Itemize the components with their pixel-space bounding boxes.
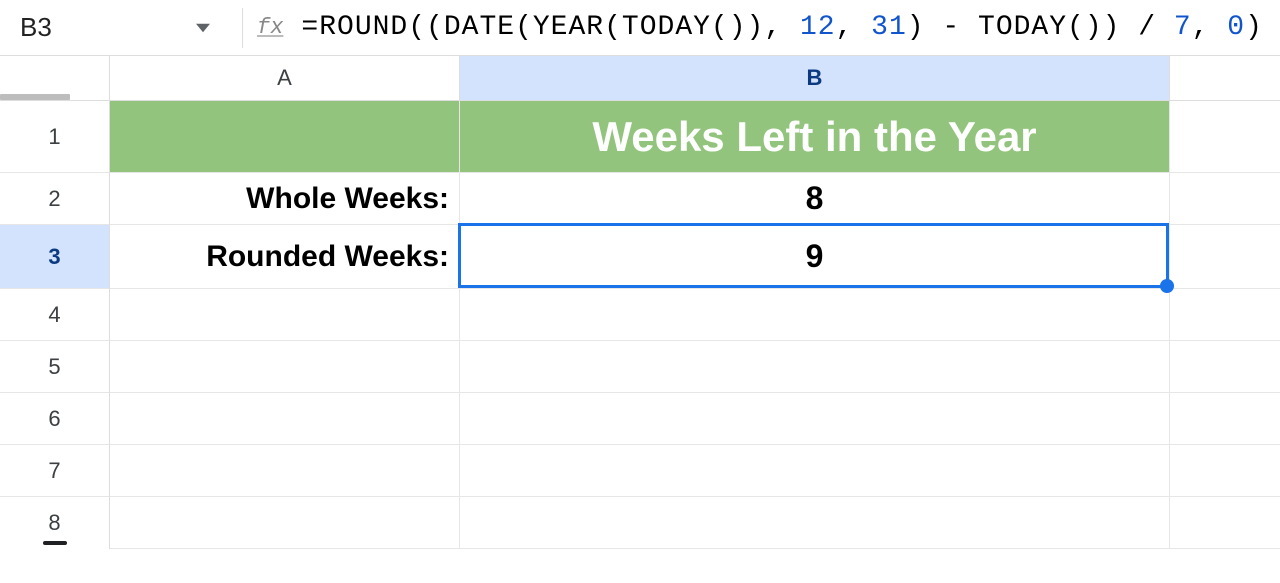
formula-token: TODAY <box>622 12 711 43</box>
row-header-7[interactable]: 7 <box>0 445 110 497</box>
formula-token: 31 <box>871 12 907 43</box>
cell-A4[interactable] <box>110 289 460 341</box>
row-header-2[interactable]: 2 <box>0 173 110 225</box>
row-header-6-label: 6 <box>48 406 60 432</box>
cell-B6[interactable] <box>460 393 1170 445</box>
row-header-8-label: 8 <box>48 510 60 536</box>
title-text: Weeks Left in the Year <box>592 113 1036 161</box>
cell-rest-6 <box>1170 393 1280 445</box>
cell-A8[interactable] <box>110 497 460 549</box>
formula-token: ()) <box>711 12 764 43</box>
row-2: 2 Whole Weeks: 8 <box>0 173 1280 225</box>
cell-B1[interactable]: Weeks Left in the Year <box>460 101 1170 173</box>
column-header-blank <box>1170 56 1280 101</box>
formula-token: = <box>301 12 319 43</box>
cell-B3[interactable]: 9 <box>460 225 1170 289</box>
value-rounded-weeks: 9 <box>806 238 824 275</box>
row-header-3-label: 3 <box>48 244 60 270</box>
label-whole-weeks: Whole Weeks: <box>246 182 449 216</box>
cell-A5[interactable] <box>110 341 460 393</box>
formula-token: - <box>925 12 978 43</box>
cell-A1[interactable] <box>110 101 460 173</box>
cell-A3[interactable]: Rounded Weeks: <box>110 225 460 289</box>
cell-B4[interactable] <box>460 289 1170 341</box>
row-3: 3 Rounded Weeks: 9 <box>0 225 1280 289</box>
column-header-A[interactable]: A <box>110 56 460 101</box>
column-header-B-label: B <box>807 65 823 91</box>
select-all-corner[interactable] <box>0 56 110 101</box>
formula-token: , <box>1192 12 1228 43</box>
vertical-divider <box>242 8 243 48</box>
name-box[interactable]: B3 <box>8 8 178 48</box>
formula-token: TODAY <box>978 12 1067 43</box>
row-header-4[interactable]: 4 <box>0 289 110 341</box>
cell-rest-8 <box>1170 497 1280 549</box>
cell-A7[interactable] <box>110 445 460 497</box>
formula-token: 12 <box>800 12 836 43</box>
cell-B2[interactable]: 8 <box>460 173 1170 225</box>
cell-rest-4 <box>1170 289 1280 341</box>
formula-token: / <box>1120 12 1173 43</box>
cell-B7[interactable] <box>460 445 1170 497</box>
formula-token: , <box>764 12 800 43</box>
formula-token: ( <box>604 12 622 43</box>
row-header-5[interactable]: 5 <box>0 341 110 393</box>
cell-rest-7 <box>1170 445 1280 497</box>
cell-A6[interactable] <box>110 393 460 445</box>
row-header-1[interactable]: 1 <box>0 101 110 173</box>
formula-token: , <box>836 12 872 43</box>
cell-B8[interactable] <box>460 497 1170 549</box>
spreadsheet-grid[interactable]: A B 1 Weeks Left in the Year 2 Whole Wee… <box>0 56 1280 549</box>
row-header-1-label: 1 <box>48 124 60 150</box>
row-6: 6 <box>0 393 1280 445</box>
cell-B5[interactable] <box>460 341 1170 393</box>
formula-token: ) <box>1245 12 1263 43</box>
formula-token: DATE <box>444 12 515 43</box>
value-whole-weeks: 8 <box>806 180 824 217</box>
cell-A2[interactable]: Whole Weeks: <box>110 173 460 225</box>
column-headers-row: A B <box>0 56 1280 101</box>
row-header-2-label: 2 <box>48 186 60 212</box>
row-1: 1 Weeks Left in the Year <box>0 101 1280 173</box>
row-8-underline-icon <box>43 541 67 545</box>
formula-token: (( <box>408 12 444 43</box>
row-7: 7 <box>0 445 1280 497</box>
row-header-8[interactable]: 8 <box>0 497 110 549</box>
formula-token: ROUND <box>319 12 408 43</box>
cell-rest-2 <box>1170 173 1280 225</box>
column-header-B[interactable]: B <box>460 56 1170 101</box>
label-rounded-weeks: Rounded Weeks: <box>206 240 449 274</box>
formula-input[interactable]: =ROUND((DATE(YEAR(TODAY()), 12, 31) - TO… <box>301 12 1263 43</box>
cell-rest-1 <box>1170 101 1280 173</box>
formula-token: ) <box>907 12 925 43</box>
row-header-7-label: 7 <box>48 458 60 484</box>
cell-rest-3 <box>1170 225 1280 289</box>
column-header-A-label: A <box>277 65 292 91</box>
formula-token: ()) <box>1067 12 1120 43</box>
fx-icon: fx <box>257 15 283 40</box>
row-header-5-label: 5 <box>48 354 60 380</box>
formula-token: 0 <box>1227 12 1245 43</box>
formula-bar-row: B3 fx =ROUND((DATE(YEAR(TODAY()), 12, 31… <box>0 0 1280 56</box>
row-header-3[interactable]: 3 <box>0 225 110 289</box>
row-header-4-label: 4 <box>48 302 60 328</box>
row-header-6[interactable]: 6 <box>0 393 110 445</box>
name-box-dropdown-icon[interactable] <box>178 23 228 33</box>
formula-token: YEAR <box>533 12 604 43</box>
row-5: 5 <box>0 341 1280 393</box>
formula-token: ( <box>515 12 533 43</box>
row-8: 8 <box>0 497 1280 549</box>
cell-rest-5 <box>1170 341 1280 393</box>
name-box-value: B3 <box>20 12 52 43</box>
row-4: 4 <box>0 289 1280 341</box>
formula-token: 7 <box>1174 12 1192 43</box>
